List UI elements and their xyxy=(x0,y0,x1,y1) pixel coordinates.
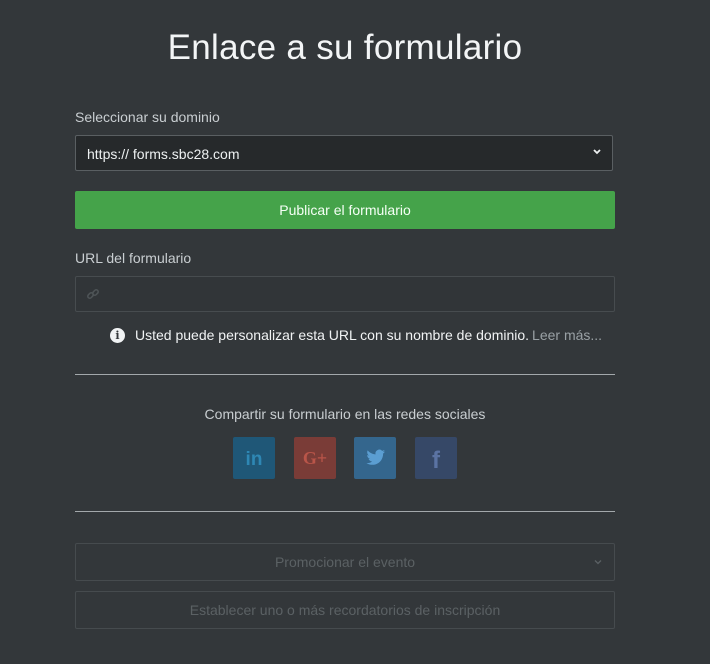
divider xyxy=(75,374,615,375)
svg-text:in: in xyxy=(246,449,263,470)
promote-event-label: Promocionar el evento xyxy=(274,554,416,570)
chevron-down-icon xyxy=(593,149,601,155)
svg-text:G+: G+ xyxy=(303,448,327,468)
svg-text:f: f xyxy=(432,447,441,474)
read-more-link[interactable]: Leer más... xyxy=(532,327,602,343)
reminders-button[interactable]: Establecer uno o más recordatorios de in… xyxy=(75,591,615,629)
divider xyxy=(75,511,615,512)
link-icon xyxy=(87,289,99,299)
google-plus-share-button[interactable]: G+ xyxy=(294,437,336,479)
facebook-icon: f xyxy=(432,447,441,474)
domain-label: Seleccionar su dominio xyxy=(75,109,220,125)
reminders-label: Establecer uno o más recordatorios de in… xyxy=(189,602,501,618)
info-text: Usted puede personalizar esta URL con su… xyxy=(135,327,530,343)
twitter-share-button[interactable] xyxy=(354,437,396,479)
linkedin-icon: in xyxy=(246,449,263,470)
publish-button[interactable]: Publicar el formulario xyxy=(75,191,615,229)
chevron-down-icon xyxy=(594,560,602,565)
share-label: Compartir su formulario en las redes soc… xyxy=(204,406,486,422)
form-url-field[interactable] xyxy=(75,276,615,312)
google-plus-icon: G+ xyxy=(303,448,327,468)
linkedin-share-button[interactable]: in xyxy=(233,437,275,479)
info-icon: i xyxy=(110,327,125,343)
domain-select[interactable]: https:// forms.sbc28.com xyxy=(75,135,613,171)
domain-select-value: https:// forms.sbc28.com xyxy=(87,146,240,162)
info-note: i Usted puede personalizar esta URL con … xyxy=(110,327,602,343)
page-title: Enlace a su formulario xyxy=(167,28,523,67)
twitter-icon xyxy=(366,449,385,465)
promote-event-select[interactable]: Promocionar el evento xyxy=(75,543,615,581)
facebook-share-button[interactable]: f xyxy=(415,437,457,479)
form-url-label: URL del formulario xyxy=(75,250,192,266)
